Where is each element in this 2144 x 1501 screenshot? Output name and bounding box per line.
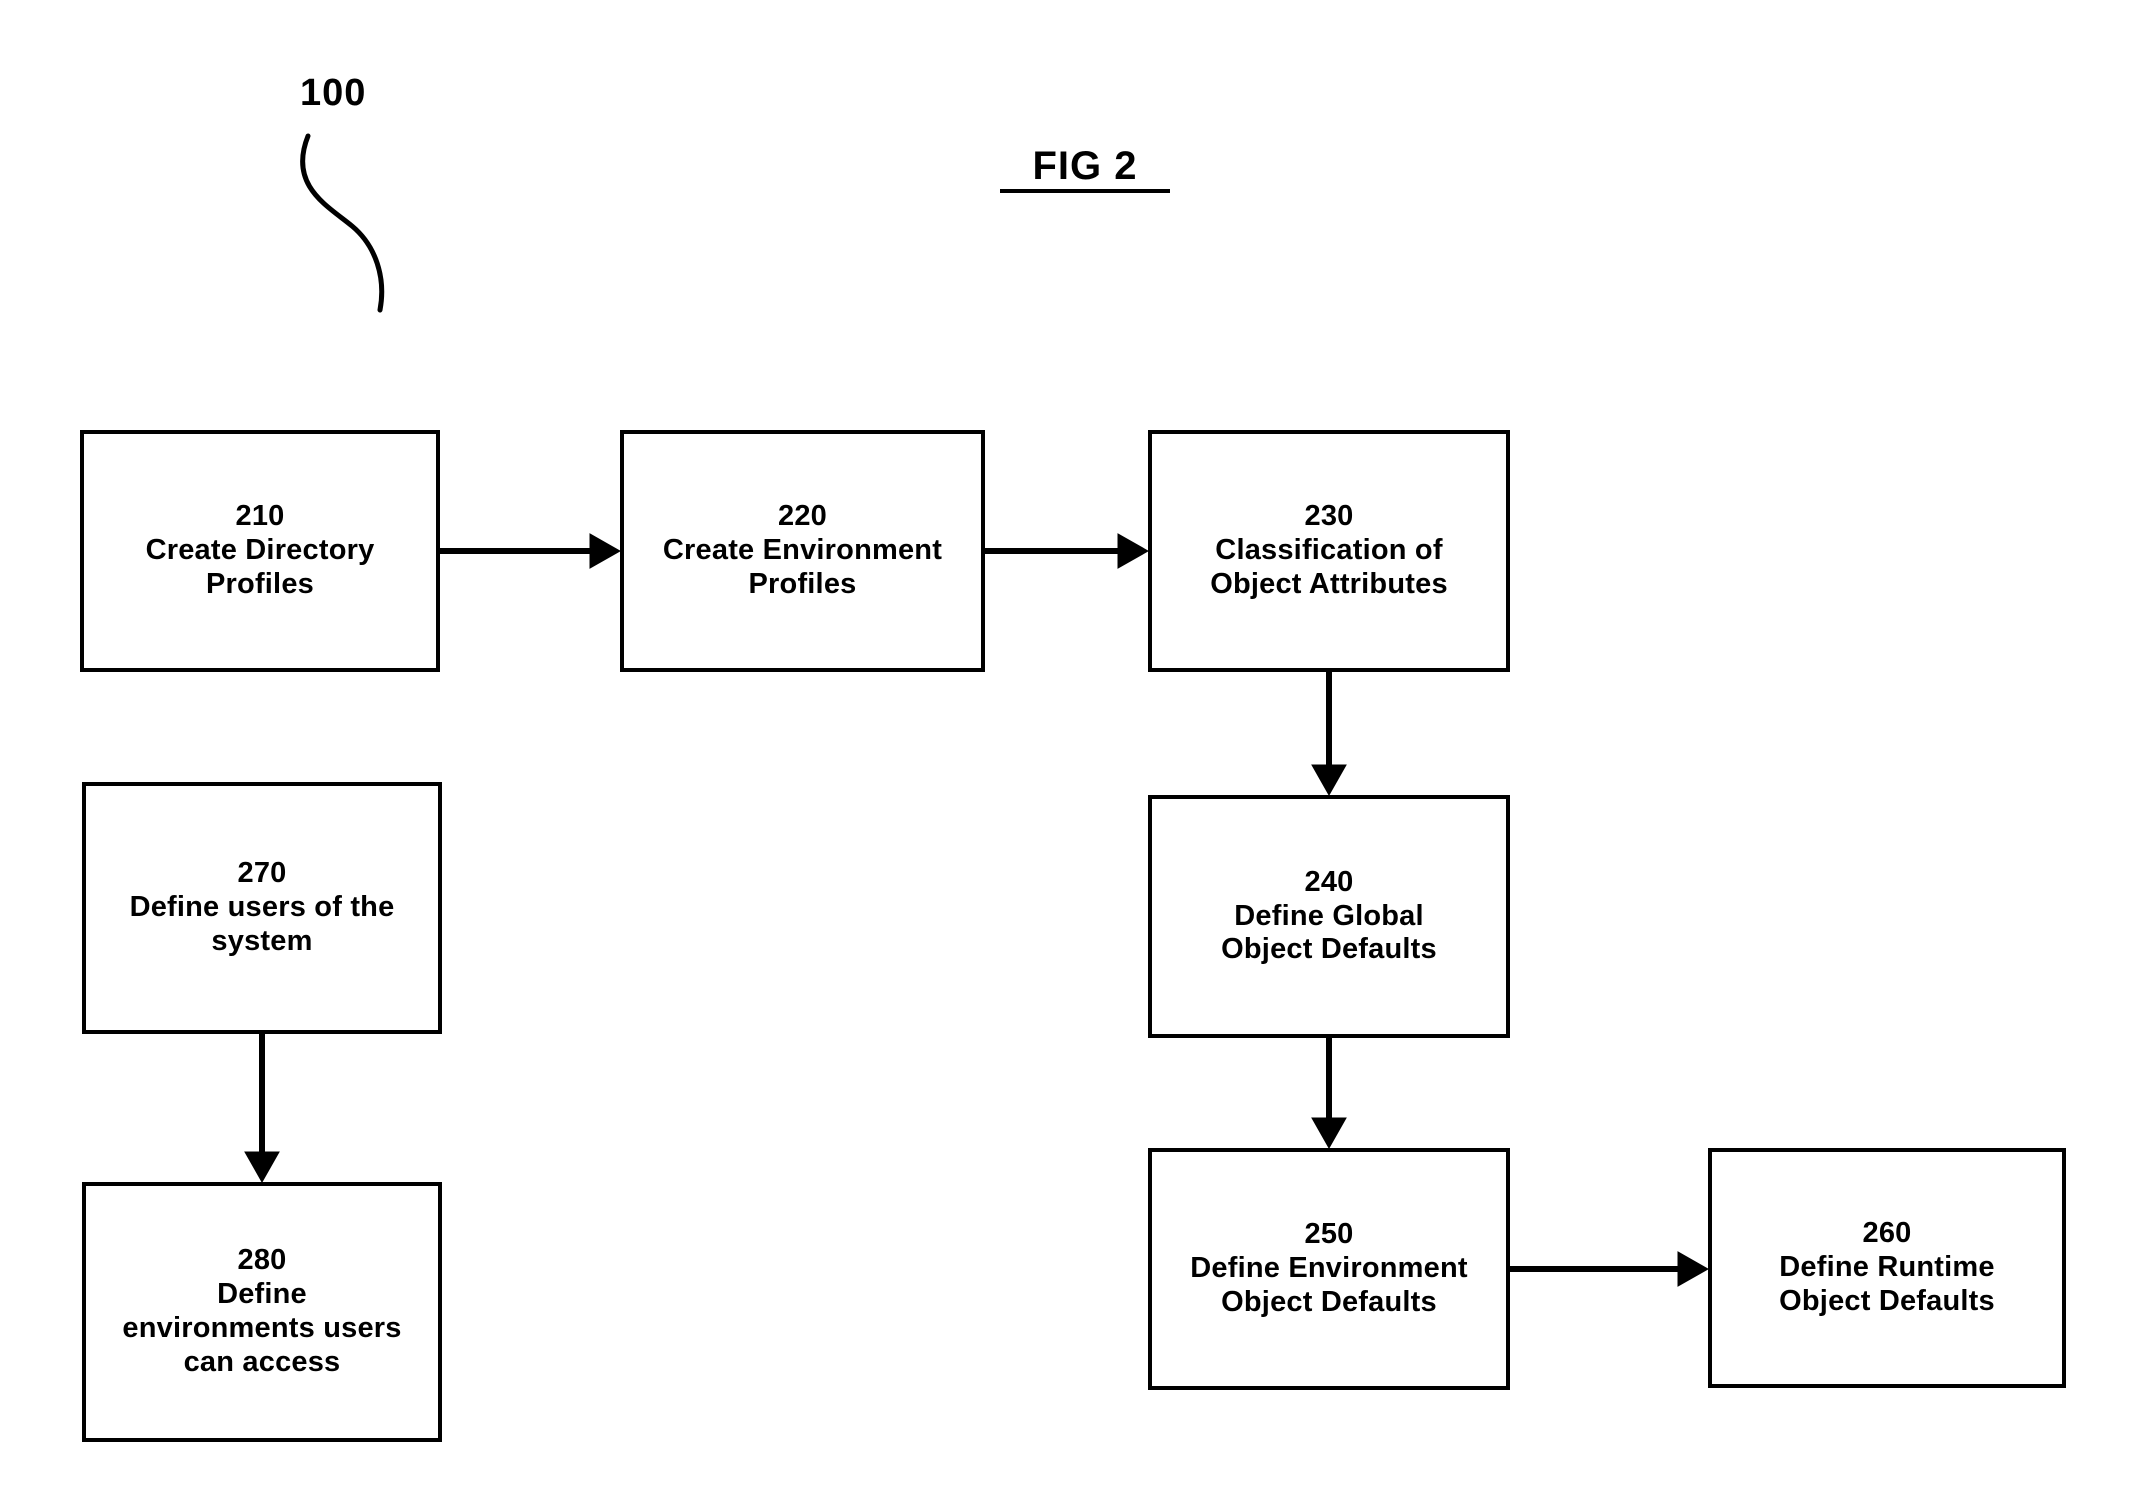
arrow-220-to-230 — [985, 533, 1150, 569]
process-box-280-label: 280 Define environments users can access — [122, 1244, 402, 1378]
process-box-250[interactable]: 250 Define Environment Object Defaults — [1148, 1148, 1510, 1390]
arrow-210-to-220 — [440, 533, 622, 569]
arrow-230-to-240 — [1311, 672, 1347, 797]
process-box-250-label: 250 Define Environment Object Defaults — [1190, 1218, 1468, 1318]
arrow-270-to-280 — [244, 1034, 280, 1184]
leader-line-curve-icon — [300, 133, 385, 313]
process-box-240-label: 240 Define Global Object Defaults — [1221, 865, 1437, 966]
process-box-270-label: 270 Define users of the system — [129, 857, 395, 957]
process-box-260[interactable]: 260 Define Runtime Object Defaults — [1708, 1148, 2066, 1388]
process-box-230-label: 230 Classification of Object Attributes — [1210, 500, 1448, 600]
process-box-270[interactable]: 270 Define users of the system — [82, 782, 442, 1034]
figure-title: FIG 2 — [1000, 145, 1170, 193]
process-box-220[interactable]: 220 Create Environment Profiles — [620, 430, 985, 672]
process-box-210-label: 210 Create Directory Profiles — [145, 500, 375, 600]
arrow-250-to-260 — [1510, 1251, 1710, 1287]
process-box-230[interactable]: 230 Classification of Object Attributes — [1148, 430, 1510, 672]
process-box-210[interactable]: 210 Create Directory Profiles — [80, 430, 440, 672]
reference-numeral-100: 100 — [300, 72, 367, 114]
process-box-280[interactable]: 280 Define environments users can access — [82, 1182, 442, 1442]
figure-canvas: 100 FIG 2 210 Create Directory Profiles … — [0, 0, 2144, 1501]
process-box-240[interactable]: 240 Define Global Object Defaults — [1148, 795, 1510, 1038]
process-box-260-label: 260 Define Runtime Object Defaults — [1779, 1217, 1995, 1317]
process-box-220-label: 220 Create Environment Profiles — [662, 500, 943, 600]
